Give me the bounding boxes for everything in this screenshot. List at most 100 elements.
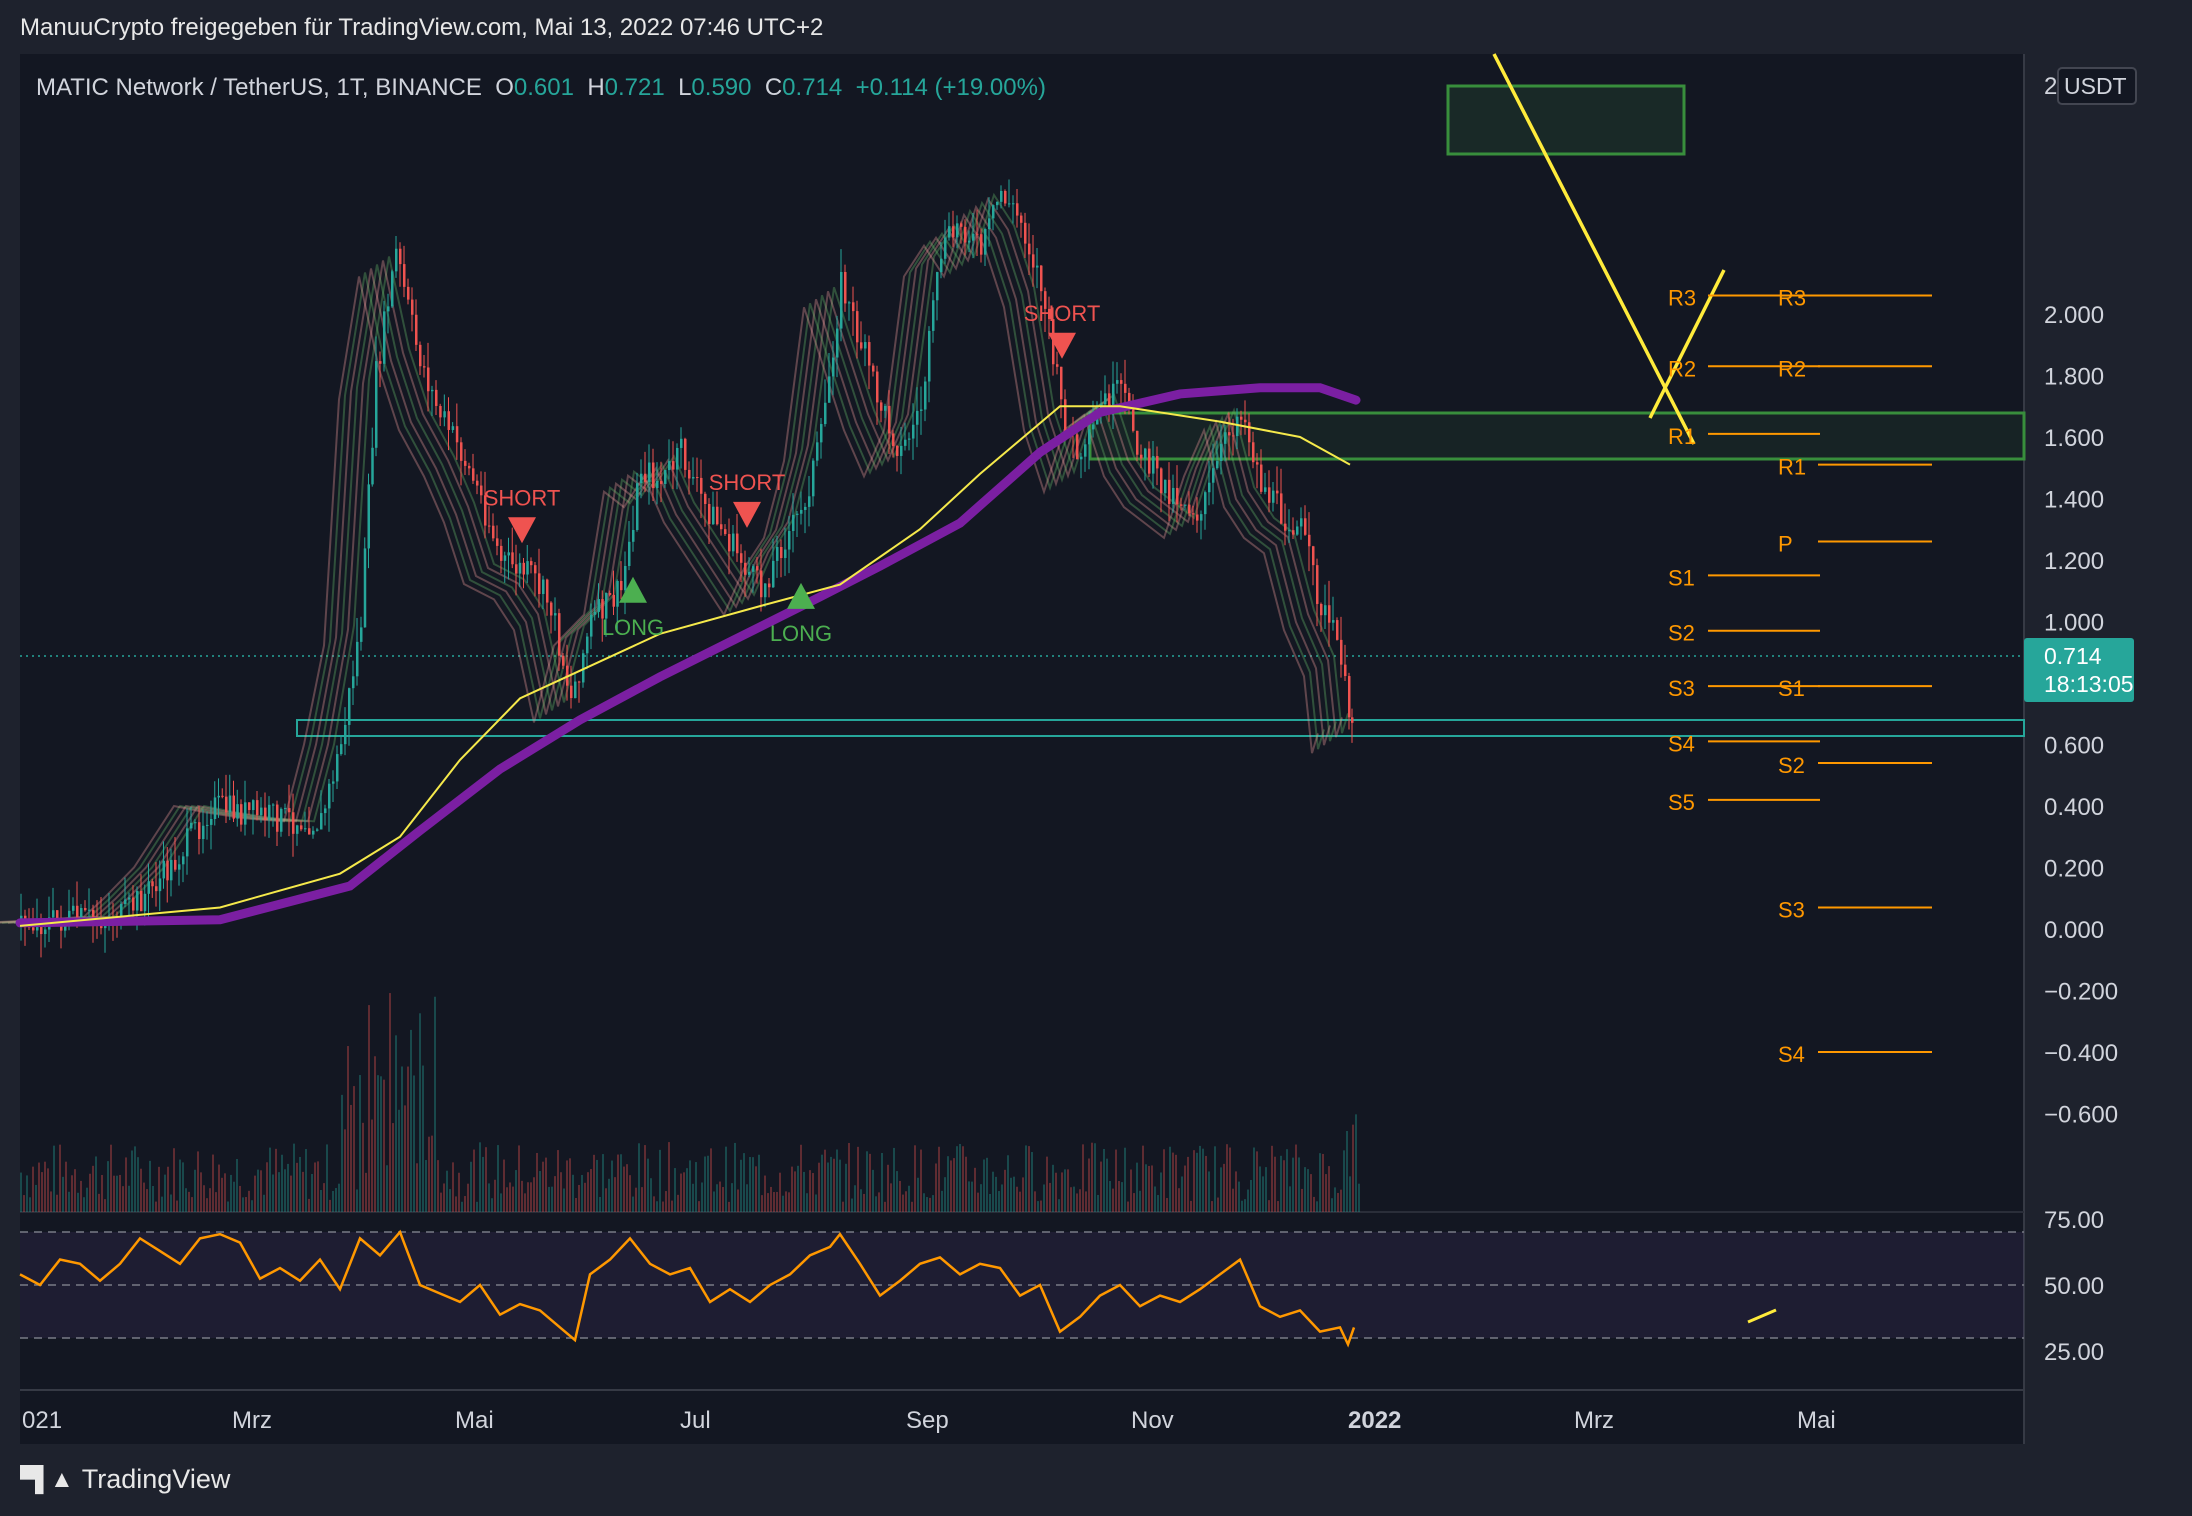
candle-body [534, 565, 537, 574]
candle-body [1204, 492, 1207, 515]
candle-body [784, 549, 787, 559]
candle-body [280, 808, 283, 832]
volume-bar [530, 1182, 532, 1212]
candle-body [1256, 462, 1259, 465]
candle-body [1192, 513, 1195, 515]
candle-body [383, 311, 386, 364]
candle-body [312, 830, 315, 835]
price-chart[interactable]: R3 R2 R1 S1 S2 S3 S4 S5 R3 R2 R1 P S1 S2 S3 S4 SHORT LONG… [0, 0, 2192, 1516]
candle-body [158, 878, 162, 892]
candle-body [1324, 605, 1327, 616]
candle-body [1120, 380, 1123, 384]
candle-body [511, 552, 514, 565]
candle-body [518, 562, 522, 574]
pivot-label-left: S5 [1668, 790, 1695, 815]
price-tick-label: 1.200 [2044, 548, 2104, 575]
volume-bar [905, 1191, 907, 1212]
pivot-label-right: S1 [1778, 676, 1805, 701]
candle-body [296, 825, 299, 834]
volume-bar [1238, 1181, 1240, 1212]
candle-body [616, 580, 619, 607]
volume-bar [1091, 1142, 1093, 1212]
candle-body [640, 473, 643, 484]
volume-bar [1283, 1160, 1285, 1212]
volume-bar [326, 1144, 328, 1212]
volume-bar [635, 1187, 637, 1212]
volume-bar [86, 1187, 88, 1212]
volume-bar [1250, 1179, 1252, 1212]
volume-bar [518, 1145, 520, 1212]
candle-body [1268, 487, 1271, 503]
time-tick-label: Mrz [1574, 1407, 1614, 1434]
volume-bar [572, 1174, 574, 1212]
candle-body [980, 234, 983, 255]
candle-body [206, 824, 209, 826]
volume-bar [926, 1197, 928, 1212]
volume-bar [656, 1201, 658, 1212]
volume-bar [1079, 1189, 1081, 1212]
candle-body [367, 484, 370, 549]
volume-bar [587, 1172, 589, 1212]
candle-body [976, 233, 979, 235]
candle-body [447, 411, 450, 430]
volume-bar [245, 1197, 247, 1212]
volume-bar [23, 1195, 25, 1212]
volume-bar [1178, 1188, 1180, 1212]
volume-bar [788, 1192, 790, 1212]
price-tick-label: 0.400 [2044, 794, 2104, 821]
candle-body [570, 685, 573, 699]
candle-body [1092, 424, 1095, 430]
volume-bar [116, 1175, 118, 1212]
volume-bar [125, 1157, 127, 1212]
volume-bar [806, 1193, 808, 1212]
candle-body [379, 361, 382, 364]
candle-body [684, 438, 687, 470]
candle-body [340, 744, 343, 755]
volume-bar [821, 1154, 823, 1212]
candle-body [411, 299, 414, 315]
volume-bar [770, 1186, 772, 1212]
candle-body [892, 433, 895, 447]
candle-body [1216, 461, 1219, 469]
candle-body [182, 856, 185, 865]
volume-bar [938, 1146, 940, 1212]
candle-body [860, 342, 863, 349]
volume-bar [899, 1180, 901, 1212]
volume-bar [1139, 1190, 1141, 1212]
volume-bar [1118, 1180, 1120, 1212]
volume-bar [227, 1201, 229, 1212]
candle-body [840, 272, 843, 329]
currency-button-label[interactable]: USDT [2064, 73, 2127, 99]
time-tick-label: Jul [680, 1407, 711, 1434]
change-value: +0.114 (+19.00%) [855, 74, 1046, 101]
volume-bar [512, 1186, 514, 1212]
volume-bar [830, 1156, 832, 1212]
time-tick-label: 2022 [1348, 1407, 1401, 1434]
volume-bar [734, 1142, 736, 1212]
candle-body [240, 804, 243, 825]
volume-bar [194, 1169, 196, 1212]
candle-body [788, 531, 791, 550]
candle-body [460, 442, 463, 461]
candle-body [1164, 479, 1167, 494]
candle-body [1056, 364, 1059, 367]
volume-bar [1259, 1166, 1261, 1212]
volume-bar [191, 1197, 193, 1212]
rsi-tick-label: 50.00 [2044, 1273, 2104, 1300]
volume-bar [1022, 1177, 1024, 1212]
candle-body [1180, 504, 1183, 506]
candle-body [515, 564, 518, 574]
volume-bar [107, 1161, 109, 1212]
volume-bar [719, 1181, 721, 1212]
volume-bar [956, 1146, 958, 1212]
volume-bar [56, 1194, 58, 1212]
candle-body [612, 594, 615, 607]
candle-body [363, 548, 367, 628]
volume-bar [98, 1193, 100, 1212]
candle-body [558, 613, 561, 656]
time-tick-label: Mai [455, 1407, 494, 1434]
open-label: O [495, 74, 514, 101]
volume-bar [644, 1145, 646, 1212]
current-price-label: 0.714 [2044, 643, 2102, 669]
brand-name: TradingView [81, 1464, 231, 1494]
